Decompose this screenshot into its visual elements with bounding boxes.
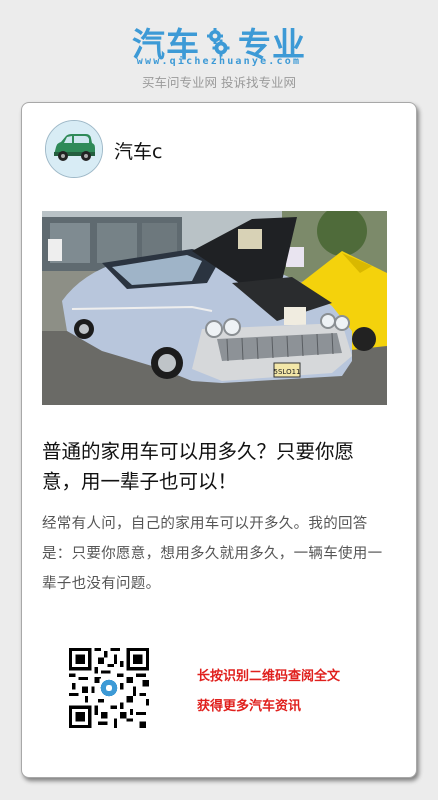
article-photo[interactable]: 5SLO11: [42, 211, 387, 405]
qr-code[interactable]: [69, 648, 149, 728]
site-header: 汽车 专业 www.qichezhuanye.com 买车问专业网 投诉找专业网: [0, 0, 438, 98]
site-tagline: 买车问专业网 投诉找专业网: [142, 75, 296, 90]
green-car-icon: [46, 121, 102, 177]
article-summary: 经常有人问，自己的家用车可以开多久。我的回答是：只要你愿意，想用多久就用多久，一…: [42, 516, 383, 592]
qr-instruction-line2: 获得更多汽车资讯: [197, 699, 302, 714]
author-name[interactable]: 汽车c: [114, 137, 162, 164]
gear-icon: [207, 28, 230, 57]
site-url[interactable]: www.qichezhuanye.com: [0, 56, 438, 67]
article-title[interactable]: 普通的家用车可以用多久？只要你愿意，用一辈子也可以！: [42, 437, 392, 497]
article-card[interactable]: 汽车c 5SLO11 普通的家用车可以用多久？只要你愿意，用一辈子也可以！ 经常…: [21, 102, 417, 778]
license-plate-text: 5SLO11: [274, 368, 301, 376]
author-avatar[interactable]: [45, 120, 103, 178]
qr-instruction-line1: 长按识别二维码查阅全文: [197, 669, 341, 684]
vintage-car-photo: 5SLO11: [42, 211, 387, 405]
qr-code-icon: [69, 648, 149, 728]
